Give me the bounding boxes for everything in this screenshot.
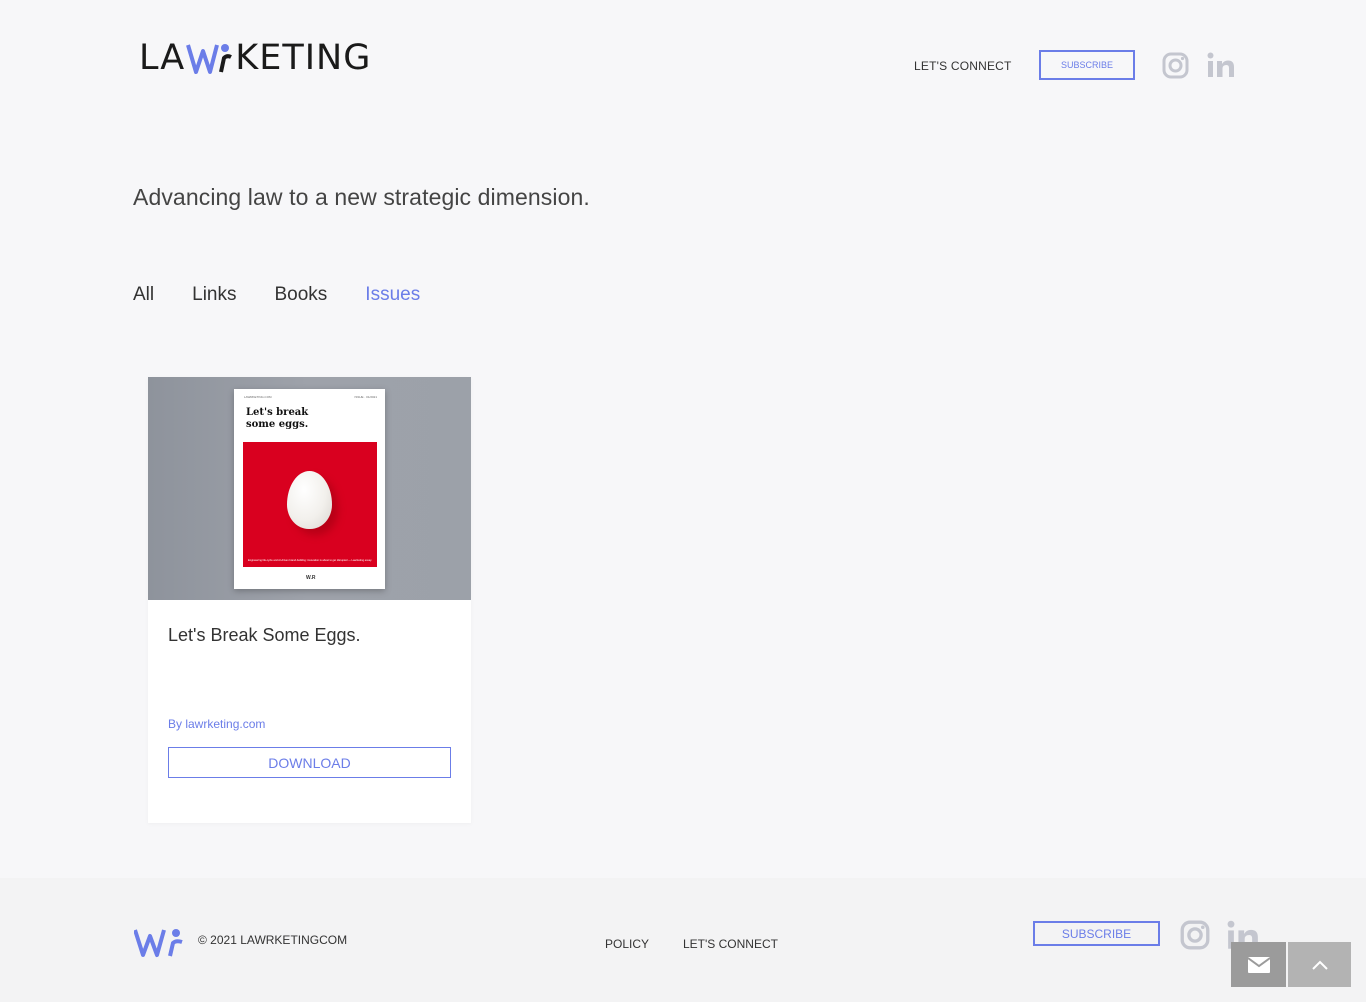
chevron-up-icon [1311,960,1328,970]
footer-lets-connect-link[interactable]: LET'S CONNECT [683,937,778,951]
issue-author[interactable]: By lawrketing.com [168,717,265,731]
footer-logo-mark[interactable] [134,928,184,958]
egg-illustration [287,471,332,529]
logo-text-right: KETING [235,38,372,78]
envelope-icon [1247,956,1270,973]
cover-logo-mark: W.R [306,575,316,581]
category-filter: All Links Books Issues [133,284,458,306]
issue-cover-image[interactable]: LAWRKETING.COM ISSUE · 01/2021 Let's bre… [148,377,471,600]
page-tagline: Advancing law to a new strategic dimensi… [133,184,590,210]
footer-subscribe-button[interactable]: SUBSCRIBE [1033,921,1160,946]
nav-lets-connect[interactable]: LET'S CONNECT [914,59,1012,73]
filter-links[interactable]: Links [192,284,236,306]
instagram-icon[interactable] [1162,52,1189,79]
cover-title-line-1: Let's break [246,407,309,418]
footer-policy-link[interactable]: POLICY [605,937,649,951]
cover-site-label: LAWRKETING.COM [244,395,272,399]
magazine-cover: LAWRKETING.COM ISSUE · 01/2021 Let's bre… [234,389,385,589]
issue-card: LAWRKETING.COM ISSUE · 01/2021 Let's bre… [148,377,471,823]
download-button[interactable]: DOWNLOAD [168,747,451,778]
logo-text-left: LA [139,38,186,78]
filter-issues[interactable]: Issues [365,284,420,306]
site-footer: © 2021 LAWRKETINGCOM POLICY LET'S CONNEC… [0,878,1366,1002]
filter-all[interactable]: All [133,284,154,306]
scroll-to-top-button[interactable] [1288,942,1351,987]
cover-caption: Engineering life-cycle and AI-driven bra… [248,559,372,562]
copyright-text: © 2021 LAWRKETINGCOM [198,933,348,947]
site-logo[interactable]: LA KETING [139,38,371,78]
contact-mail-button[interactable] [1231,942,1286,987]
instagram-icon[interactable] [1180,920,1210,950]
cover-title: Let's break some eggs. [246,407,346,431]
linkedin-icon[interactable] [1207,52,1235,78]
logo-wr-mark [186,44,233,74]
cover-issue-label: ISSUE · 01/2021 [354,395,377,399]
cover-title-line-2: some eggs. [246,419,309,430]
subscribe-button[interactable]: SUBSCRIBE [1039,50,1135,80]
issue-title[interactable]: Let's Break Some Eggs. [168,625,361,646]
filter-books[interactable]: Books [274,284,327,306]
cover-red-panel: Engineering life-cycle and AI-driven bra… [243,442,377,567]
